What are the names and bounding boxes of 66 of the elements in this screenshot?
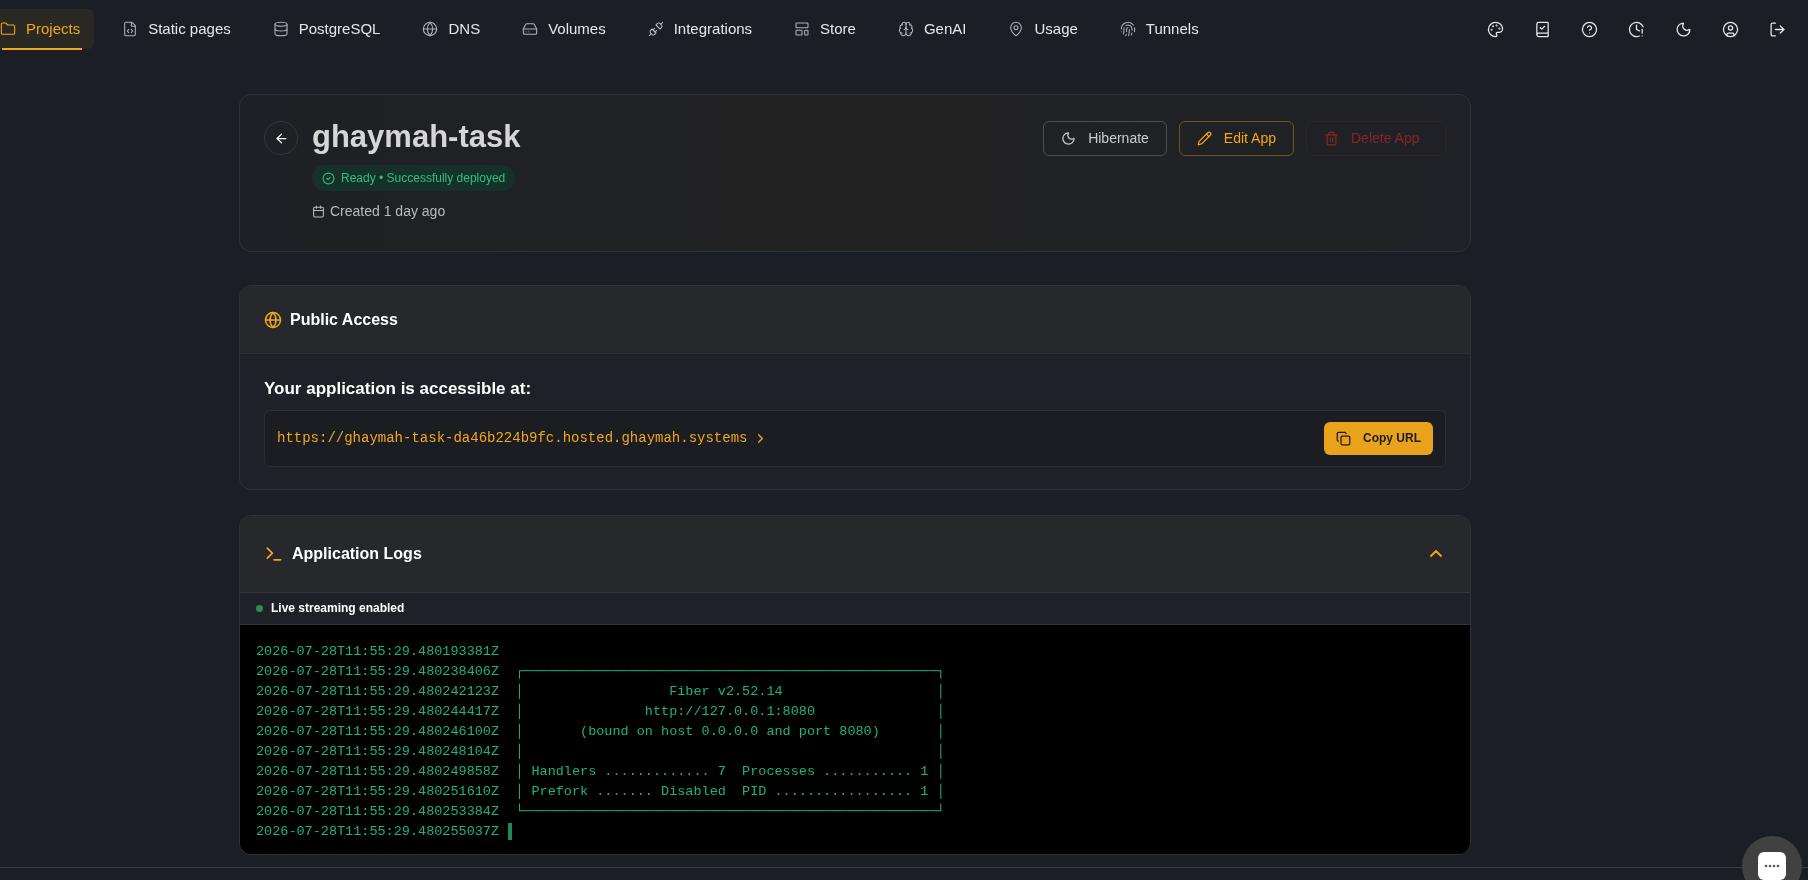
logout-icon [1769,20,1786,38]
check-circle-icon [322,171,335,185]
log-line: 2026-07-28T11:55:29.480242123Z │ Fiber v2.52.14 │ [256,682,945,701]
help-icon [1581,20,1598,38]
nav-tab[interactable]: Store [780,9,870,49]
copy-url-button[interactable]: Copy URL [1324,421,1433,455]
section-title: Public Access [290,309,398,330]
log-line: 2026-07-28T11:55:29.480249858Z │ Handlers ............. 7 Processes ........... 1 │ [256,762,945,781]
app-url-link[interactable]: https://ghaymah-task-da46b224b9fc.hosted.ghaymah.systems [277,427,769,449]
nav-tab[interactable]: Projects [0,9,95,49]
chevron-up-icon [1430,550,1442,557]
access-heading: Your application is accessible at: [264,378,533,400]
copy-icon [1336,430,1351,446]
clock-alert-icon [1628,20,1645,38]
collapse-button[interactable] [1430,550,1442,557]
log-line: 2026-07-28T11:55:29.480251610Z │ Prefork ....... Disabled PID ................. 1 │ [256,782,945,801]
section-title: Application Logs [292,543,422,564]
live-status-text: Live streaming enabled [271,600,405,617]
logout-button[interactable] [1769,20,1786,38]
trash-icon [1324,131,1339,146]
help-button[interactable] [1581,20,1598,38]
globe-icon [264,310,282,329]
nav-tab[interactable]: Volumes [508,9,620,49]
edit-button[interactable]: Edit App [1178,121,1294,156]
nav-tab[interactable]: Usage [994,9,1092,49]
theme-button[interactable] [1487,20,1504,38]
log-line: 2026-07-28T11:55:29.480246100Z │ (bound on host 0.0.0.0 and port 8080) │ [256,722,945,741]
book-check-icon [1534,20,1551,38]
moon-icon [1675,20,1692,38]
log-line: 2026-07-28T11:55:29.480255037Z [256,822,500,841]
fingerprint-icon [1119,21,1136,37]
chat-button[interactable] [1742,836,1802,880]
pin-icon [1008,21,1025,37]
globe-icon [422,21,439,37]
nav-tab[interactable]: Static pages [108,9,245,49]
log-line: 2026-07-28T11:55:29.480238406Z ┌───────────────────────────────────────────────────┐ [256,662,945,681]
brain-icon [897,21,914,37]
palette-icon [1487,20,1504,38]
chat-icon [1758,852,1786,880]
docs-button[interactable] [1534,20,1551,38]
moon-icon [1061,131,1077,146]
layout-icon [794,21,811,37]
log-line: 2026-07-28T11:55:29.480244417Z │ http://127.0.0.1:8080 │ [256,702,945,721]
user-icon [1722,20,1739,38]
drive-icon [522,21,539,37]
dark-mode-button[interactable] [1675,20,1692,38]
nav-tab[interactable]: DNS [408,9,495,49]
pencil-icon [1196,131,1212,146]
log-line: 2026-07-28T11:55:29.480248104Z │ │ [256,742,945,761]
folder-icon [0,21,16,37]
plug-icon [647,21,664,37]
app-title: ghaymah-task [312,119,521,155]
file-code-icon [122,21,139,37]
log-line: 2026-07-28T11:55:29.480193381Z [256,642,500,661]
history-button[interactable] [1628,20,1645,38]
created-text: Created 1 day ago [330,202,446,221]
nav-tab[interactable]: PostgreSQL [258,9,395,49]
nav-tab[interactable]: Tunnels [1105,9,1213,49]
hibernate-button[interactable]: Hibernate [1043,121,1167,156]
log-line: 2026-07-28T11:55:29.480253384Z └───────────────────────────────────────────────────┘ [256,802,945,821]
profile-button[interactable] [1722,20,1739,38]
nav-tab[interactable]: GenAI [883,9,981,49]
calendar-icon [312,205,325,218]
database-icon [272,21,289,37]
nav-tab[interactable]: Integrations [633,9,767,49]
status-badge: Ready • Successfully deployed [312,165,516,191]
